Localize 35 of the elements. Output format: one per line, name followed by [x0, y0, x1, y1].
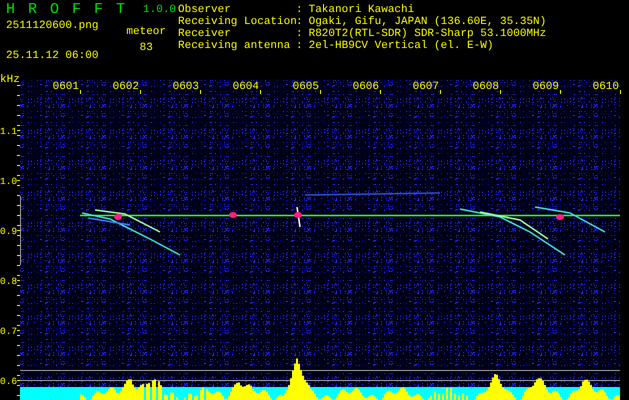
info-value: R820T2(RTL-SDR) SDR-Sharp 53.1000MHz [308, 28, 546, 40]
info-value: 2el-HB9CV Vertical (el. E-W) [308, 40, 494, 52]
y-axis-label: 0.9 [0, 226, 18, 237]
y-axis-label: 1.1 [0, 126, 18, 137]
info-label: Receiver [178, 28, 232, 40]
time-label: 0606 [352, 81, 379, 93]
info-separator: : [296, 28, 303, 40]
y-axis-label: 0.6 [0, 376, 18, 387]
version-label: 1.0.0 [143, 4, 176, 16]
info-label: Observer [178, 4, 232, 16]
timestamp: 25.11.12 06:00 [6, 50, 98, 62]
file-name: 2511120600.png [6, 20, 98, 32]
info-separator: : [296, 4, 303, 16]
info-label: Receiving antenna [178, 40, 292, 52]
info-value: Ogaki, Gifu, JAPAN (136.60E, 35.35N) [308, 16, 546, 28]
time-label: 0602 [112, 81, 139, 93]
y-axis-label: 0.7 [0, 326, 18, 337]
y-axis-unit: kHz [0, 74, 20, 86]
time-label: 0609 [532, 81, 559, 93]
info-separator: : [296, 40, 303, 52]
time-label: 0605 [292, 81, 319, 93]
time-label: 0601 [52, 81, 79, 93]
time-label: 0608 [472, 81, 499, 93]
info-value: Takanori Kawachi [308, 4, 414, 16]
y-axis-label: 1.0 [0, 176, 18, 187]
meteor-label: meteor [126, 26, 166, 38]
info-separator: : [296, 16, 303, 28]
info-label: Receiving Location [178, 16, 296, 28]
meteor-count: 83 [140, 42, 153, 54]
time-label: 0603 [172, 81, 199, 93]
app-title: H R O F F T [6, 4, 128, 16]
time-label: 0604 [232, 81, 259, 93]
time-label: 0610 [592, 81, 619, 93]
y-axis-label: 0.8 [0, 276, 18, 287]
time-label: 0607 [412, 81, 439, 93]
